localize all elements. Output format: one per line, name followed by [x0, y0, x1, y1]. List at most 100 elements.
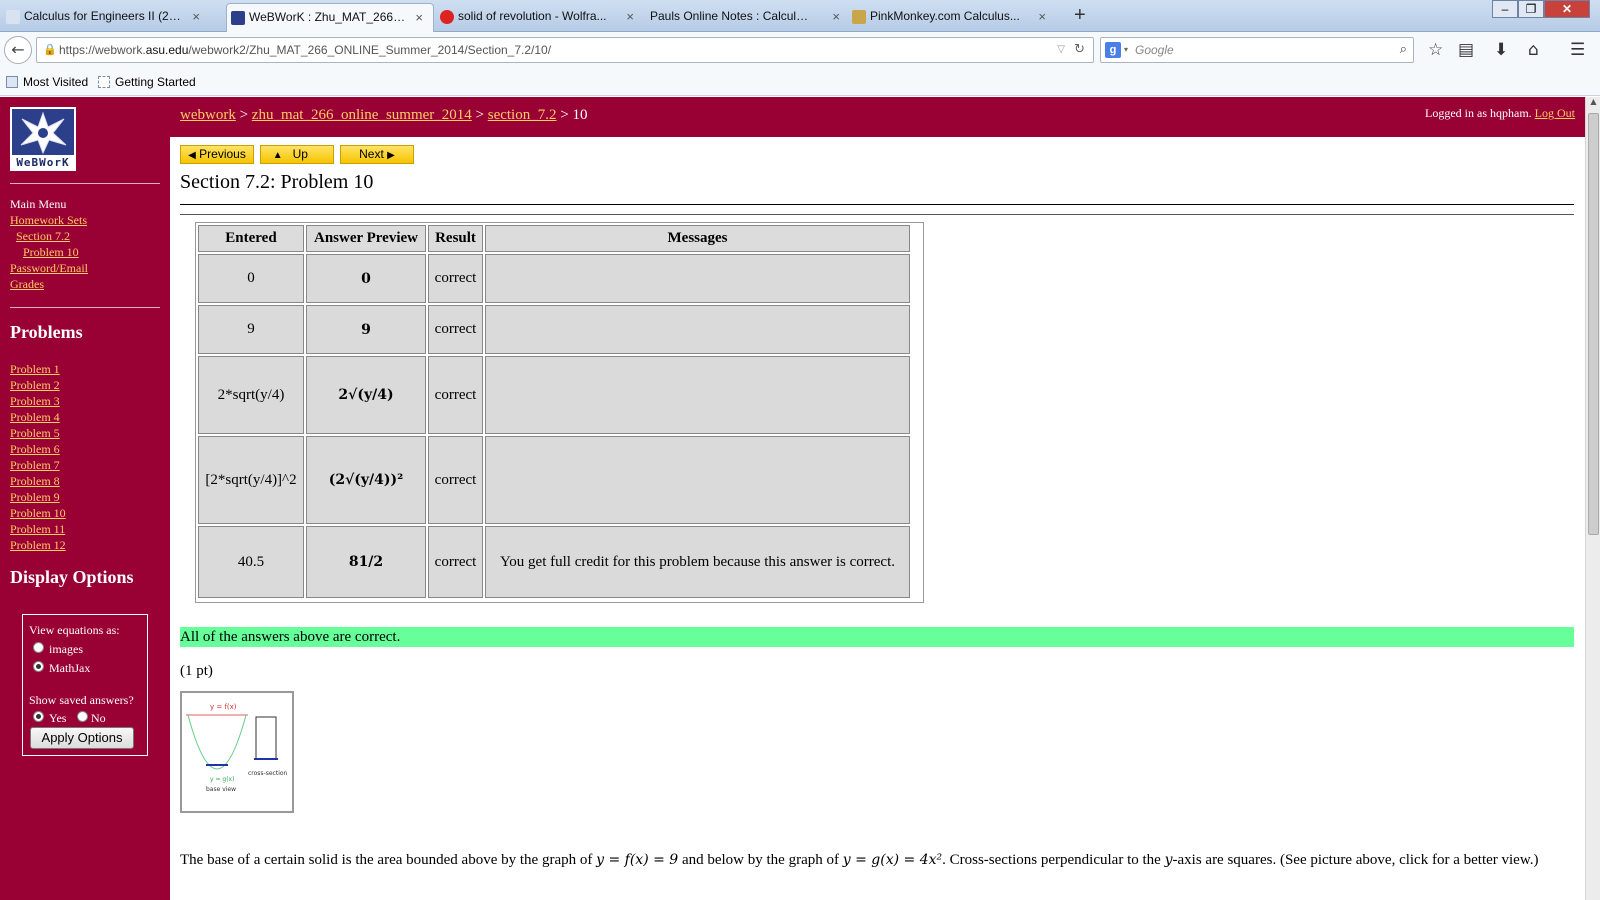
url-dropdown-icon[interactable]: ▽: [1057, 38, 1065, 62]
wolfram-favicon-icon: [440, 10, 454, 24]
browser-tab-bar: Calculus for Engineers II (2014 ... × We…: [0, 0, 1600, 32]
previous-button[interactable]: ◀ Previous: [180, 145, 254, 164]
page-scrollbar[interactable]: ▲: [1585, 97, 1600, 900]
problem-link[interactable]: Problem 7: [10, 458, 60, 473]
home-icon[interactable]: ⌂: [1528, 40, 1539, 60]
browser-tab-wolfram[interactable]: solid of revolution - Wolfra... ×: [436, 3, 644, 32]
display-options-panel: View equations as: images MathJax Show s…: [22, 614, 148, 756]
bookmark-most-visited[interactable]: Most Visited: [6, 68, 88, 96]
entered-cell: 9: [198, 305, 304, 354]
message-cell: [485, 254, 910, 303]
reload-icon[interactable]: ↻: [1074, 38, 1085, 62]
message-cell: [485, 436, 910, 524]
sidebar-link-current-problem[interactable]: Problem 10: [23, 245, 79, 260]
problem-link[interactable]: Problem 8: [10, 474, 60, 489]
browser-nav-bar: ← 🔒 https://webwork.asu.edu/webwork2/Zhu…: [0, 32, 1600, 68]
search-icon[interactable]: ⌕: [1400, 38, 1407, 62]
tab-close-icon[interactable]: ×: [626, 3, 634, 30]
thumb-cross-label: cross-section: [248, 770, 288, 777]
breadcrumb-separator: >: [475, 107, 484, 123]
problem-link[interactable]: Problem 11: [10, 522, 65, 537]
breadcrumb-separator: >: [239, 107, 249, 123]
scroll-up-arrow-icon[interactable]: ▲: [1586, 97, 1600, 111]
entered-cell: 40.5: [198, 526, 304, 598]
tab-close-icon[interactable]: ×: [1038, 3, 1046, 30]
login-status: Logged in as hqpham. Log Out: [1425, 106, 1575, 121]
sidebar-link-password-email[interactable]: Password/Email: [10, 261, 88, 276]
url-text[interactable]: https://webwork.asu.edu/webwork2/Zhu_MAT…: [59, 38, 551, 62]
up-button[interactable]: ▲ Up: [260, 145, 334, 164]
bookmarks-bar: Most Visited Getting Started: [0, 68, 1600, 96]
problem-link[interactable]: Problem 2: [10, 378, 60, 393]
problem-link[interactable]: Problem 10: [10, 506, 66, 521]
radio-saved-no[interactable]: [77, 711, 88, 722]
problem-link[interactable]: Problem 12: [10, 538, 66, 553]
problem-link[interactable]: Problem 3: [10, 394, 60, 409]
problem-figure-thumbnail[interactable]: y = f(x) y = g(x) base view cross-sectio…: [180, 691, 294, 813]
column-header: Entered: [198, 225, 304, 252]
breadcrumb-current: 10: [572, 107, 588, 123]
browser-tab-pauls-notes[interactable]: Pauls Online Notes : Calculus I ... ×: [642, 3, 850, 32]
pinkmonkey-favicon-icon: [852, 10, 866, 24]
problem-link[interactable]: Problem 9: [10, 490, 60, 505]
breadcrumb-link[interactable]: section_7.2: [488, 107, 557, 123]
problem-link[interactable]: Problem 6: [10, 442, 60, 457]
tab-title: Calculus for Engineers II (2014 ...: [24, 9, 184, 23]
result-cell: correct: [428, 526, 483, 598]
problem-link[interactable]: Problem 4: [10, 410, 60, 425]
url-bar[interactable]: 🔒 https://webwork.asu.edu/webwork2/Zhu_M…: [36, 37, 1094, 63]
problem-text-part: and below by the graph of: [678, 852, 843, 868]
tab-close-icon[interactable]: ×: [832, 3, 840, 30]
radio-label: No: [91, 711, 106, 725]
view-equations-label: View equations as:: [29, 623, 120, 637]
main-menu-label: Main Menu: [10, 197, 67, 211]
result-cell: correct: [428, 254, 483, 303]
problem-link[interactable]: Problem 5: [10, 426, 60, 441]
radio-images[interactable]: [33, 642, 44, 653]
download-icon[interactable]: ⬇: [1494, 40, 1508, 60]
menu-icon[interactable]: ☰: [1570, 40, 1585, 60]
radio-saved-yes[interactable]: [33, 711, 44, 722]
url-domain: asu.edu: [145, 43, 189, 57]
problem-statement: The base of a certain solid is the area …: [180, 850, 1550, 870]
window-minimize-button[interactable]: –: [1492, 0, 1518, 18]
sidebar-link-section[interactable]: Section 7.2: [16, 229, 70, 244]
tab-close-icon[interactable]: ×: [415, 4, 423, 31]
divider: [180, 214, 1574, 215]
problem-points: (1 pt): [180, 663, 213, 679]
scrollbar-thumb[interactable]: [1588, 113, 1599, 535]
logout-link[interactable]: Log Out: [1535, 106, 1575, 120]
up-arrow-icon: ▲: [272, 150, 283, 161]
sidebar-link-homework-sets[interactable]: Homework Sets: [10, 213, 87, 228]
problem-link[interactable]: Problem 1: [10, 362, 60, 377]
tab-close-icon[interactable]: ×: [192, 3, 200, 30]
column-header: Result: [428, 225, 483, 252]
window-maximize-button[interactable]: ❐: [1518, 0, 1544, 18]
browser-tab-webwork[interactable]: WeBWorK : Zhu_MAT_266_... ×: [226, 3, 434, 32]
tab-title: solid of revolution - Wolfra...: [458, 9, 607, 23]
google-icon[interactable]: g: [1105, 42, 1121, 58]
browser-tab-pinkmonkey[interactable]: PinkMonkey.com Calculus... ×: [848, 3, 1056, 32]
search-input[interactable]: Google: [1135, 38, 1174, 62]
radio-label: images: [49, 642, 83, 656]
problem-text-part: . Cross-sections perpendicular to the: [942, 852, 1165, 868]
radio-mathjax[interactable]: [33, 661, 44, 672]
breadcrumb-link[interactable]: zhu_mat_266_online_summer_2014: [252, 107, 472, 123]
next-button[interactable]: Next ▶: [340, 145, 414, 164]
breadcrumb-link[interactable]: webwork: [180, 107, 236, 123]
browser-tab-calculus[interactable]: Calculus for Engineers II (2014 ... ×: [2, 3, 210, 32]
message-cell: You get full credit for this problem bec…: [485, 526, 910, 598]
search-bar[interactable]: g ▾ Google ⌕: [1100, 37, 1414, 63]
window-close-button[interactable]: ✕: [1544, 0, 1590, 18]
bookmark-getting-started[interactable]: Getting Started: [98, 68, 196, 96]
tab-title: Pauls Online Notes : Calculus I ...: [650, 9, 810, 23]
new-tab-button[interactable]: +: [1074, 4, 1086, 27]
back-arrow-icon[interactable]: ←: [4, 36, 32, 64]
bookmark-star-icon[interactable]: ☆: [1428, 40, 1443, 60]
tab-title: WeBWorK : Zhu_MAT_266_...: [249, 10, 409, 24]
apply-options-button[interactable]: Apply Options: [30, 727, 134, 749]
sidebar-link-grades[interactable]: Grades: [10, 277, 44, 292]
search-engine-dropdown-icon[interactable]: ▾: [1124, 38, 1128, 62]
webwork-logo[interactable]: WeBWorK: [10, 107, 76, 171]
reading-list-icon[interactable]: ▤: [1458, 40, 1474, 60]
